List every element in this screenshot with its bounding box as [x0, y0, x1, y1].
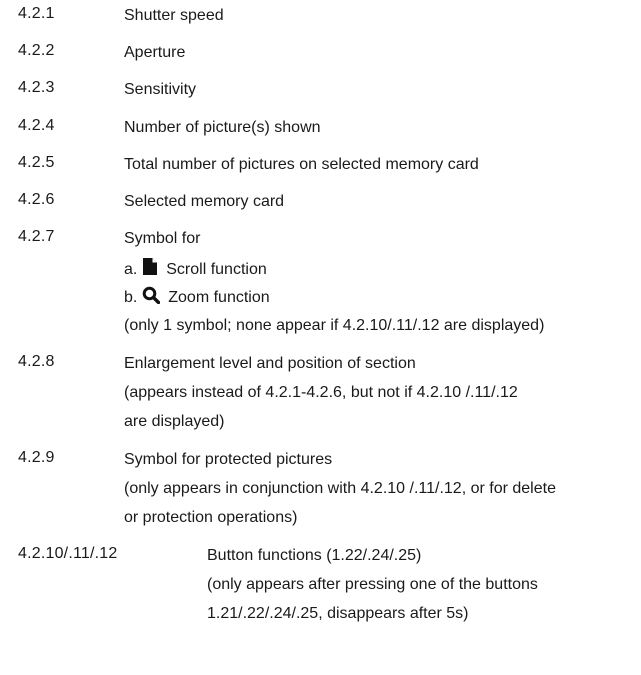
item-line: 1.21/.22/.24/.25, disappears after 5s): [207, 605, 469, 622]
document-page: 4.2.1 Shutter speed 4.2.2 Aperture 4.2.3…: [0, 0, 641, 675]
item-line: (appears instead of 4.2.1-4.2.6, but not…: [124, 384, 518, 401]
item-line: Sensitivity: [124, 81, 197, 98]
item-number: 4.2.4: [18, 117, 55, 134]
item-text: Symbol for protected pictures (only appe…: [124, 449, 641, 536]
item-number: 4.2.7: [18, 228, 55, 245]
magnifier-icon: [142, 286, 160, 304]
item-number: 4.2.9: [18, 449, 55, 466]
item-number: 4.2.2: [18, 42, 55, 59]
item-line: (only appears after pressing one of the …: [207, 576, 538, 593]
item-line: are displayed): [124, 413, 225, 430]
item-text: Shutter speed: [124, 5, 641, 34]
sub-item-label: Scroll function: [166, 261, 267, 278]
sub-item-prefix: a.: [124, 261, 138, 278]
item-line: Aperture: [124, 44, 186, 61]
item-number: 4.2.10/.11/.12: [18, 545, 118, 562]
item-line: Number of picture(s) shown: [124, 119, 321, 136]
item-number: 4.2.8: [18, 353, 55, 370]
item-line: Shutter speed: [124, 7, 224, 24]
item-text: Total number of pictures on selected mem…: [124, 154, 641, 183]
item-text: Aperture: [124, 42, 641, 71]
sub-item-zoom: b. Zoom function: [124, 286, 641, 315]
sub-item-note: (only 1 symbol; none appear if 4.2.10/.1…: [124, 317, 545, 334]
item-line: Total number of pictures on selected mem…: [124, 156, 479, 173]
sub-item-label: Zoom function: [168, 289, 270, 306]
item-text: Selected memory card: [124, 191, 641, 220]
item-line: Enlargement level and position of sectio…: [124, 355, 416, 372]
sub-item-prefix: b.: [124, 289, 138, 306]
item-text: Enlargement level and position of sectio…: [124, 353, 641, 440]
item-line: Symbol for: [124, 230, 201, 247]
item-number: 4.2.6: [18, 191, 55, 208]
item-line: or protection operations): [124, 509, 298, 526]
item-line: Button functions (1.22/.24/.25): [207, 547, 422, 564]
item-number: 4.2.5: [18, 154, 55, 171]
item-text: Button functions (1.22/.24/.25) (only ap…: [207, 545, 641, 632]
item-line: Symbol for protected pictures: [124, 451, 333, 468]
item-line: Selected memory card: [124, 193, 285, 210]
sub-item-scroll: a. Scroll function: [124, 257, 641, 286]
item-line: (only appears in conjunction with 4.2.10…: [124, 480, 556, 497]
item-text: Sensitivity: [124, 79, 641, 108]
item-text: Symbol for a. Scroll function b. Zoom fu…: [124, 228, 641, 344]
item-text: Number of picture(s) shown: [124, 117, 641, 146]
item-number: 4.2.3: [18, 79, 55, 96]
scroll-document-icon: [142, 257, 158, 276]
item-number: 4.2.1: [18, 5, 55, 22]
